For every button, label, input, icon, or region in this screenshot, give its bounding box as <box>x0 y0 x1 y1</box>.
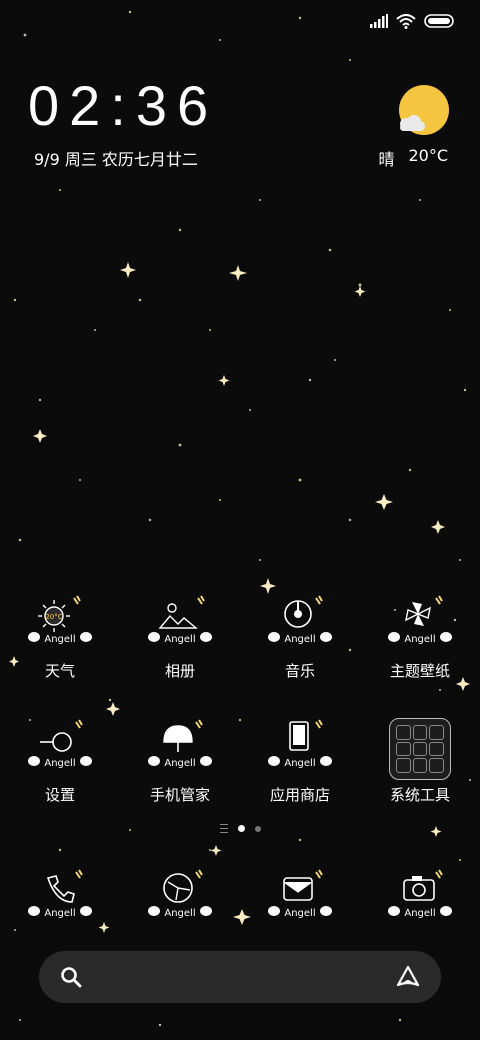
weather-temperature: 20°C <box>408 146 448 165</box>
search-icon[interactable] <box>59 965 83 989</box>
weather-mini-temp: 20°C <box>45 613 62 621</box>
app-label: 系统工具 <box>389 786 450 804</box>
dock-browser[interactable]: Angell <box>120 868 240 928</box>
app-security[interactable]: Angell 手机管家 <box>120 718 240 805</box>
search-bar[interactable] <box>39 951 441 1003</box>
app-store[interactable]: Angell 应用商店 <box>240 718 360 805</box>
browser-icon: Angell <box>148 869 212 919</box>
angel-badge: Angell <box>404 634 435 645</box>
gallery-icon: Angell <box>148 595 212 645</box>
folder-system-tools[interactable]: 系统工具 <box>360 718 480 805</box>
app-music[interactable]: Angell 音乐 <box>240 594 360 681</box>
app-row-1: 20°C Angell 天气 Angell 相册 Angell 音乐 Angel… <box>0 594 480 681</box>
status-bar <box>370 12 456 30</box>
angel-badge: Angell <box>284 758 315 769</box>
app-label: 手机管家 <box>149 786 210 804</box>
angel-badge: Angell <box>284 634 315 645</box>
camera-icon: Angell <box>388 869 452 919</box>
dock-messages[interactable]: Angell <box>240 868 360 928</box>
angel-badge: Angell <box>164 908 195 919</box>
page-dot-active[interactable] <box>237 825 245 832</box>
assistant-icon[interactable] <box>395 964 421 990</box>
app-row-2: Angell 设置 Angell 手机管家 Angell 应用商店 系统工具 <box>0 718 480 805</box>
app-label: 应用商店 <box>269 786 330 804</box>
weather-summary[interactable]: 晴 20°C <box>378 146 448 170</box>
app-label: 天气 <box>44 662 75 680</box>
app-settings[interactable]: Angell 设置 <box>0 718 120 805</box>
app-gallery[interactable]: Angell 相册 <box>120 594 240 681</box>
sun-cloud-icon[interactable] <box>392 84 452 136</box>
security-umbrella-icon: Angell <box>148 719 212 769</box>
dock-phone[interactable]: Angell <box>0 868 120 928</box>
folder-preview <box>389 718 451 780</box>
folder-icon <box>382 718 458 780</box>
weather-condition: 晴 <box>378 150 395 169</box>
app-weather[interactable]: 20°C Angell 天气 <box>0 594 120 681</box>
dock-camera[interactable]: Angell <box>360 868 480 928</box>
wifi-icon <box>396 13 416 29</box>
settings-icon: Angell <box>28 719 92 769</box>
angel-badge: Angell <box>44 634 75 645</box>
angel-badge: Angell <box>44 758 75 769</box>
music-disc-icon: Angell <box>268 595 332 645</box>
angel-badge: Angell <box>44 908 75 919</box>
app-label: 音乐 <box>284 662 315 680</box>
app-label: 设置 <box>44 786 75 804</box>
date-lunar-text: 9/9 周三 农历七月廿二 <box>34 150 198 169</box>
page-dot[interactable] <box>254 825 261 832</box>
app-label: 相册 <box>164 662 195 680</box>
app-store-icon: Angell <box>268 719 332 769</box>
messages-icon: Angell <box>268 869 332 919</box>
app-themes[interactable]: Angell 主题壁纸 <box>360 594 480 681</box>
themes-icon: Angell <box>388 595 452 645</box>
angel-badge: Angell <box>404 908 435 919</box>
angel-badge: Angell <box>284 908 315 919</box>
angel-badge: Angell <box>164 758 195 769</box>
page-indicator[interactable] <box>0 824 480 833</box>
clock-widget[interactable]: 02:36 <box>28 74 218 138</box>
home-menu-icon[interactable] <box>219 824 228 833</box>
phone-icon: Angell <box>28 869 92 919</box>
dock: Angell Angell Angell Angell <box>0 868 480 928</box>
signal-icon <box>370 14 388 28</box>
app-label: 主题壁纸 <box>389 662 450 680</box>
angel-badge: Angell <box>164 634 195 645</box>
battery-icon <box>424 14 454 28</box>
weather-sun-icon: 20°C Angell <box>28 595 92 645</box>
